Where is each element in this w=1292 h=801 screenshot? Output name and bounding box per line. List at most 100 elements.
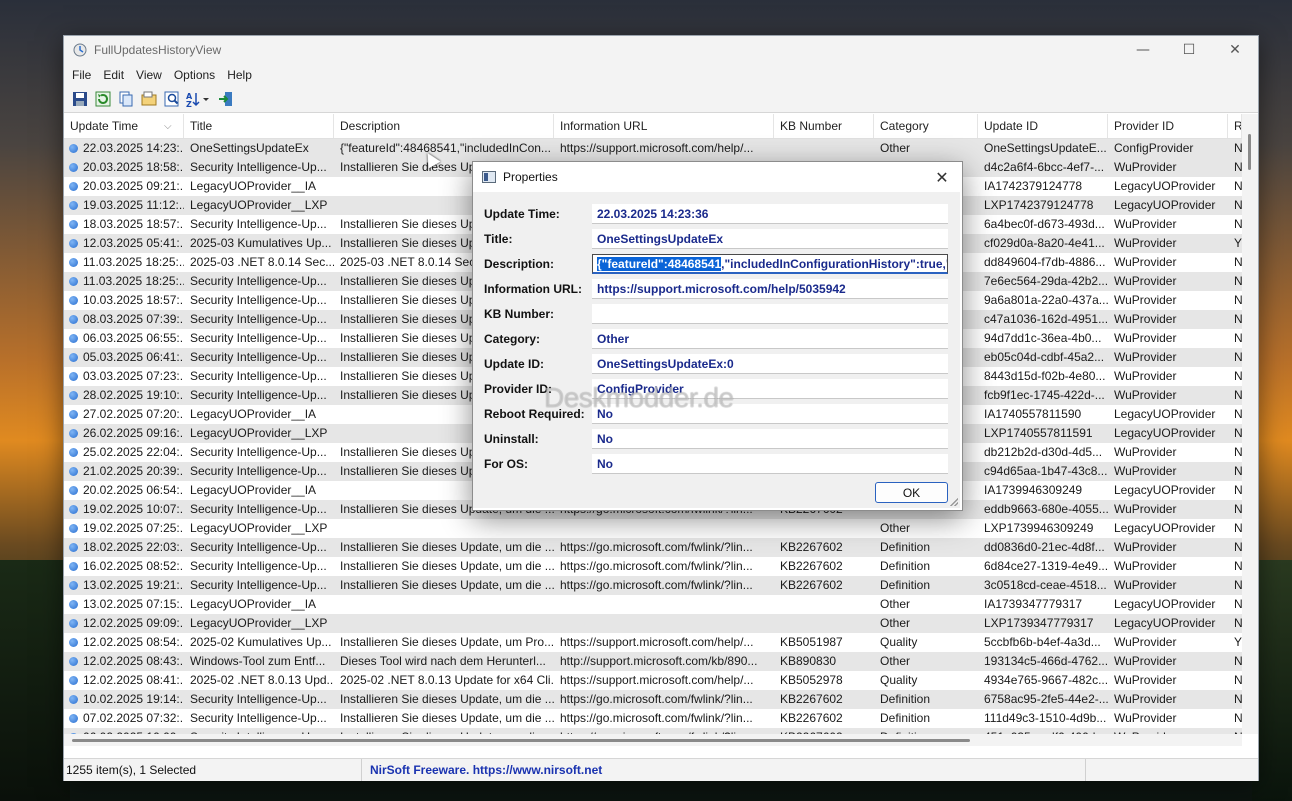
menu-file[interactable]: File — [66, 68, 97, 82]
find-icon[interactable] — [162, 89, 182, 109]
cell-text: 12.03.2025 05:41:... — [83, 236, 184, 250]
col-provider-id[interactable]: Provider ID — [1108, 114, 1228, 138]
table-cell: 20.03.2025 09:21:... — [64, 177, 184, 196]
update-status-icon — [69, 467, 78, 476]
table-cell: N — [1234, 464, 1242, 478]
table-cell — [774, 519, 874, 538]
table-cell: LegacyUOProvider — [1114, 616, 1216, 630]
refresh-icon[interactable] — [93, 89, 113, 109]
table-cell — [334, 614, 554, 633]
svg-text:Z: Z — [186, 100, 192, 107]
cell-text: 11.03.2025 18:25:... — [83, 274, 184, 288]
col-update-time[interactable]: Update Time ⌵ — [64, 114, 184, 138]
resize-grip-icon[interactable] — [950, 498, 958, 506]
status-bar: 1255 item(s), 1 Selected NirSoft Freewar… — [64, 758, 1258, 781]
sort-icon[interactable]: AZ — [185, 89, 213, 109]
table-cell: https://go.microsoft.com/fwlink/?lin... — [560, 540, 753, 554]
table-cell: LegacyUOProvider — [1114, 407, 1216, 421]
col-reboot[interactable]: R — [1228, 114, 1242, 138]
table-cell: 111d49c3-1510-4d9b... — [984, 711, 1107, 725]
horizontal-scrollbar[interactable] — [64, 734, 1242, 746]
table-cell: Security Intelligence-Up... — [190, 578, 327, 592]
maximize-button[interactable]: ☐ — [1166, 36, 1212, 64]
menu-view[interactable]: View — [130, 68, 168, 82]
prop-value-kb-number[interactable] — [592, 304, 948, 324]
prop-value-information-url[interactable]: https://support.microsoft.com/help/50359… — [592, 279, 948, 299]
table-row[interactable]: 19.02.2025 07:25:... LegacyUOProvider__LX… — [64, 519, 1242, 538]
table-cell: 06.03.2025 06:55:... — [64, 329, 184, 348]
table-cell: Security Intelligence-Up... — [190, 312, 327, 326]
prop-value-category[interactable]: Other — [592, 329, 948, 349]
title-bar[interactable]: FullUpdatesHistoryView — ☐ ✕ — [64, 36, 1258, 64]
table-row[interactable]: 16.02.2025 08:52:... Security Intelligenc… — [64, 557, 1242, 576]
table-row[interactable]: 22.03.2025 14:23:... OneSettingsUpdateEx {… — [64, 139, 1242, 158]
exit-icon[interactable] — [216, 89, 236, 109]
prop-value-update-id[interactable]: OneSettingsUpdateEx:0 — [592, 354, 948, 374]
table-row[interactable]: 12.02.2025 08:41:... 2025-02 .NET 8.0.13 … — [64, 671, 1242, 690]
minimize-button[interactable]: — — [1120, 36, 1166, 64]
update-status-icon — [69, 296, 78, 305]
table-cell: 4934e765-9667-482c... — [984, 673, 1108, 687]
table-cell: N — [1234, 293, 1242, 307]
menu-help[interactable]: Help — [221, 68, 258, 82]
col-category[interactable]: Category — [874, 114, 978, 138]
properties-icon[interactable] — [139, 89, 159, 109]
table-row[interactable]: 10.02.2025 19:14:... Security Intelligenc… — [64, 690, 1242, 709]
prop-value-description[interactable]: {"featureId":48468541,"includedInConfigu… — [592, 254, 948, 274]
table-cell: 16.02.2025 08:52:... — [64, 557, 184, 576]
vertical-scrollbar[interactable] — [1242, 114, 1258, 734]
table-row[interactable]: 13.02.2025 19:21:... Security Intelligenc… — [64, 576, 1242, 595]
table-cell: 12.02.2025 09:09:... — [64, 614, 184, 633]
col-kb-number[interactable]: KB Number — [774, 114, 874, 138]
table-cell: N — [1234, 198, 1242, 212]
table-row[interactable]: 07.02.2025 07:32:... Security Intelligenc… — [64, 709, 1242, 728]
col-title[interactable]: Title — [184, 114, 334, 138]
table-cell: https://go.microsoft.com/fwlink/?lin... — [560, 559, 753, 573]
table-cell: IA1742379124778 — [984, 179, 1083, 193]
dialog-close-button[interactable]: ✕ — [922, 168, 962, 187]
table-cell: 5ccbfb6b-b4ef-4a3d... — [984, 635, 1101, 649]
menu-options[interactable]: Options — [168, 68, 221, 82]
prop-value-update-time[interactable]: 22.03.2025 14:23:36 — [592, 204, 948, 224]
table-cell: Installieren Sie dieses Update, um die .… — [340, 692, 554, 706]
col-update-id[interactable]: Update ID — [978, 114, 1108, 138]
prop-provider-id: Provider ID: ConfigProvider — [473, 379, 960, 401]
table-cell: 10.02.2025 19:14:... — [64, 690, 184, 709]
prop-value-title[interactable]: OneSettingsUpdateEx — [592, 229, 948, 249]
col-description[interactable]: Description — [334, 114, 554, 138]
prop-for-os: For OS: No — [473, 454, 960, 476]
table-cell: 05.03.2025 06:41:... — [64, 348, 184, 367]
update-status-icon — [69, 163, 78, 172]
prop-value-for-os[interactable]: No — [592, 454, 948, 474]
prop-value-uninstall[interactable]: No — [592, 429, 948, 449]
table-row[interactable]: 13.02.2025 07:15:... LegacyUOProvider__IA… — [64, 595, 1242, 614]
save-icon[interactable] — [70, 89, 90, 109]
table-row[interactable]: 18.02.2025 22:03:... Security Intelligenc… — [64, 538, 1242, 557]
copy-icon[interactable] — [116, 89, 136, 109]
close-button[interactable]: ✕ — [1212, 36, 1258, 64]
prop-value-provider-id[interactable]: ConfigProvider — [592, 379, 948, 399]
table-cell: OneSettingsUpdateE... — [984, 141, 1107, 155]
vertical-scroll-thumb[interactable] — [1248, 134, 1251, 170]
table-cell: 2025-03 Kumulatives Up... — [190, 236, 332, 250]
table-row[interactable]: 12.02.2025 09:09:... LegacyUOProvider__LX… — [64, 614, 1242, 633]
horizontal-scroll-thumb[interactable] — [72, 739, 970, 742]
properties-icon — [482, 171, 496, 183]
dialog-title-bar[interactable]: Properties ✕ — [473, 162, 962, 192]
prop-description: Description: {"featureId":48468541,"incl… — [473, 254, 960, 276]
table-cell: WuProvider — [1114, 255, 1177, 269]
ok-button[interactable]: OK — [875, 482, 948, 503]
table-cell: LegacyUOProvider — [1114, 198, 1216, 212]
menu-edit[interactable]: Edit — [97, 68, 130, 82]
cell-text: 26.02.2025 09:16:... — [83, 426, 184, 440]
table-cell: Security Intelligence-Up... — [190, 160, 327, 174]
update-status-icon — [69, 505, 78, 514]
table-row[interactable]: 12.02.2025 08:43:... Windows-Tool zum Ent… — [64, 652, 1242, 671]
col-information-url[interactable]: Information URL — [554, 114, 774, 138]
table-row[interactable]: 12.02.2025 08:54:... 2025-02 Kumulatives … — [64, 633, 1242, 652]
status-credit-link[interactable]: NirSoft Freeware. https://www.nirsoft.ne… — [362, 759, 1086, 781]
update-status-icon — [69, 429, 78, 438]
table-cell: 2025-03 .NET 8.0.14 Sec... — [190, 255, 334, 269]
cell-text: 10.02.2025 19:14:... — [83, 692, 184, 706]
prop-value-reboot-required[interactable]: No — [592, 404, 948, 424]
